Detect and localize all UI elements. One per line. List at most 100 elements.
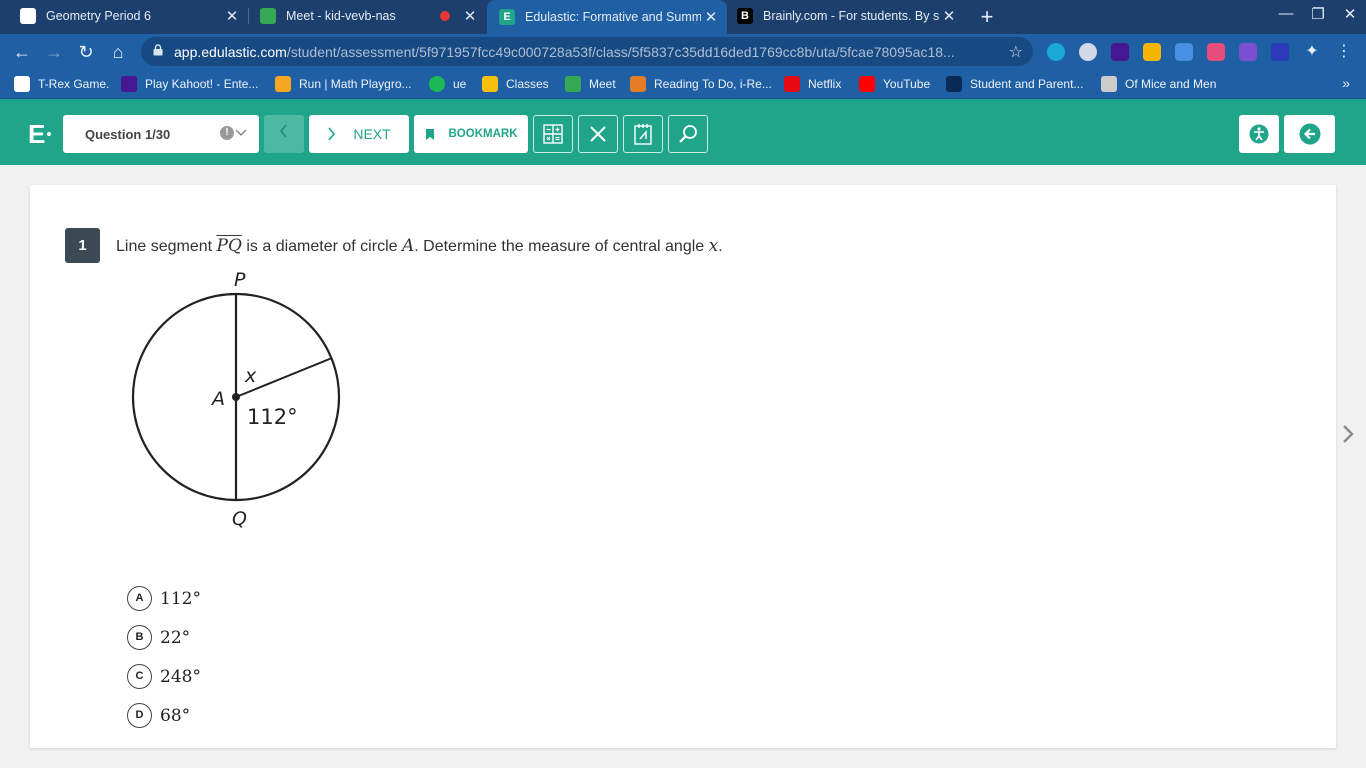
forward-icon[interactable]: → bbox=[42, 40, 66, 64]
next-label: NEXT bbox=[353, 126, 391, 142]
label-p: P bbox=[234, 269, 246, 291]
chevron-right-icon[interactable] bbox=[1342, 424, 1354, 450]
bookmark-star-icon[interactable]: ☆ bbox=[1009, 42, 1023, 62]
bookmark-label: Classes bbox=[506, 77, 549, 91]
magnifier-tool-button[interactable] bbox=[668, 115, 708, 153]
tab-edulastic[interactable]: E Edulastic: Formative and Summ ✕ bbox=[487, 0, 727, 34]
bookmark-label: T-Rex Game. bbox=[38, 77, 110, 91]
restore-icon[interactable]: ❐ bbox=[1303, 5, 1333, 23]
calculator-tool-button[interactable] bbox=[533, 115, 573, 153]
bookmark-reading[interactable]: Reading To Do, i-Re... bbox=[630, 76, 772, 92]
tab-title: Edulastic: Formative and Summ bbox=[525, 10, 701, 24]
choice-value: 112° bbox=[160, 588, 201, 609]
bookmark-meet[interactable]: Meet bbox=[565, 76, 616, 92]
question-selector[interactable]: Question 1/30 ! bbox=[63, 115, 259, 153]
label-a: A bbox=[210, 388, 225, 410]
extension-shield-icon[interactable] bbox=[1047, 43, 1065, 61]
bookmark-label: YouTube bbox=[883, 77, 931, 91]
calculator-icon bbox=[543, 124, 563, 144]
bookmark-icon bbox=[425, 128, 434, 140]
choice-letter: D bbox=[127, 703, 152, 728]
tab-geometry[interactable]: Geometry Period 6 ✕ bbox=[0, 0, 248, 32]
choice-d[interactable]: D 68° bbox=[127, 703, 190, 728]
bookmarks-bar: T-Rex Game. Play Kahoot! - Ente... Run |… bbox=[0, 70, 1366, 99]
bookmark-kahoot[interactable]: Play Kahoot! - Ente... bbox=[121, 76, 258, 92]
chevron-right-icon bbox=[328, 127, 336, 141]
accessibility-icon bbox=[1249, 124, 1269, 144]
choice-c[interactable]: C 248° bbox=[127, 664, 201, 689]
extension-help-icon[interactable] bbox=[1079, 43, 1097, 61]
sis-icon bbox=[946, 76, 962, 92]
choice-a[interactable]: A 112° bbox=[127, 586, 201, 611]
next-button[interactable]: NEXT bbox=[309, 115, 409, 153]
close-icon[interactable]: ✕ bbox=[460, 7, 480, 25]
bookmark-label: Play Kahoot! - Ente... bbox=[145, 77, 259, 91]
window-close-icon[interactable]: ✕ bbox=[1335, 5, 1365, 23]
close-icon[interactable]: ✕ bbox=[222, 7, 242, 25]
tab-title: Brainly.com - For students. By st bbox=[763, 9, 939, 23]
bookmarks-overflow-icon[interactable]: » bbox=[1342, 75, 1350, 91]
question-selector-label: Question 1/30 bbox=[85, 127, 171, 142]
math-playground-icon bbox=[275, 76, 291, 92]
bookmark-label: Reading To Do, i-Re... bbox=[654, 77, 772, 91]
accessibility-button[interactable] bbox=[1239, 115, 1279, 153]
tab-title: Meet - kid-vevb-nas bbox=[286, 9, 396, 23]
bookmark-trex[interactable]: T-Rex Game. bbox=[14, 76, 109, 92]
search-icon bbox=[679, 125, 697, 143]
bookmark-mice-and-men[interactable]: Of Mice and Men bbox=[1101, 76, 1216, 92]
choice-value: 68° bbox=[160, 705, 191, 726]
tab-brainly[interactable]: B Brainly.com - For students. By st ✕ bbox=[727, 0, 965, 32]
circle-diagram: P Q A x 112° bbox=[131, 269, 341, 530]
exit-arrow-icon bbox=[1299, 123, 1320, 145]
book-icon bbox=[1101, 76, 1117, 92]
logo-dot bbox=[47, 132, 51, 136]
bookmark-label: Netflix bbox=[808, 77, 842, 91]
exit-button[interactable] bbox=[1284, 115, 1335, 153]
extension-kahoot-icon[interactable] bbox=[1111, 43, 1129, 61]
reload-icon[interactable]: ↻ bbox=[74, 40, 98, 64]
tab-meet[interactable]: Meet - kid-vevb-nas ✕ bbox=[240, 0, 486, 32]
bookmark-label: Run | Math Playgro... bbox=[299, 77, 412, 91]
netflix-icon bbox=[784, 76, 800, 92]
home-icon[interactable]: ⌂ bbox=[106, 40, 130, 64]
bookmark-netflix[interactable]: Netflix bbox=[784, 76, 841, 92]
chevron-left-icon bbox=[279, 124, 287, 138]
scratchpad-tool-button[interactable] bbox=[623, 115, 663, 153]
recording-icon bbox=[440, 11, 450, 21]
url-text: app.edulastic.com/student/assessment/5f9… bbox=[174, 44, 955, 60]
bookmark-sis[interactable]: Student and Parent... bbox=[946, 76, 1083, 92]
bookmark-math-playground[interactable]: Run | Math Playgro... bbox=[275, 76, 412, 92]
bookmark-label: Student and Parent... bbox=[970, 77, 1084, 91]
assessment-header: E Question 1/30 ! NEXT BOOKMARK bbox=[0, 99, 1366, 165]
close-icon[interactable]: ✕ bbox=[939, 7, 959, 25]
extension-rw-icon[interactable] bbox=[1239, 43, 1257, 61]
tab-title: Geometry Period 6 bbox=[46, 9, 151, 23]
address-bar[interactable]: app.edulastic.com/student/assessment/5f9… bbox=[141, 37, 1033, 66]
close-icon[interactable]: ✕ bbox=[701, 8, 721, 26]
choice-letter: A bbox=[127, 586, 152, 611]
previous-button[interactable] bbox=[264, 115, 304, 153]
answer-eliminator-button[interactable] bbox=[578, 115, 618, 153]
bookmark-youtube[interactable]: YouTube bbox=[859, 76, 930, 92]
question-text-part: Line segment bbox=[116, 238, 217, 255]
bookmark-classes[interactable]: Classes bbox=[482, 76, 549, 92]
extension-c-icon[interactable] bbox=[1271, 43, 1289, 61]
browser-toolbar: ← → ↻ ⌂ app.edulastic.com/student/assess… bbox=[0, 34, 1366, 70]
new-tab-icon[interactable]: + bbox=[976, 4, 998, 30]
minimize-icon[interactable]: — bbox=[1271, 5, 1301, 22]
back-icon[interactable]: ← bbox=[10, 40, 34, 64]
menu-kebab-icon[interactable]: ⋮ bbox=[1335, 43, 1353, 61]
close-x-icon bbox=[590, 126, 606, 142]
extension-screencast-icon[interactable] bbox=[1207, 43, 1225, 61]
bookmark-button[interactable]: BOOKMARK bbox=[414, 115, 528, 153]
extensions-puzzle-icon[interactable]: ✦ bbox=[1303, 43, 1321, 61]
extension-vpn-icon[interactable] bbox=[1175, 43, 1193, 61]
choice-b[interactable]: B 22° bbox=[127, 625, 190, 650]
segment-pq: PQ bbox=[216, 236, 242, 256]
center-point bbox=[232, 393, 240, 401]
brainly-icon: B bbox=[737, 8, 753, 24]
classroom-icon bbox=[482, 76, 498, 92]
bookmark-ue[interactable]: ue bbox=[429, 76, 466, 92]
chevron-down-icon bbox=[235, 129, 247, 137]
extension-face-icon[interactable] bbox=[1143, 43, 1161, 61]
